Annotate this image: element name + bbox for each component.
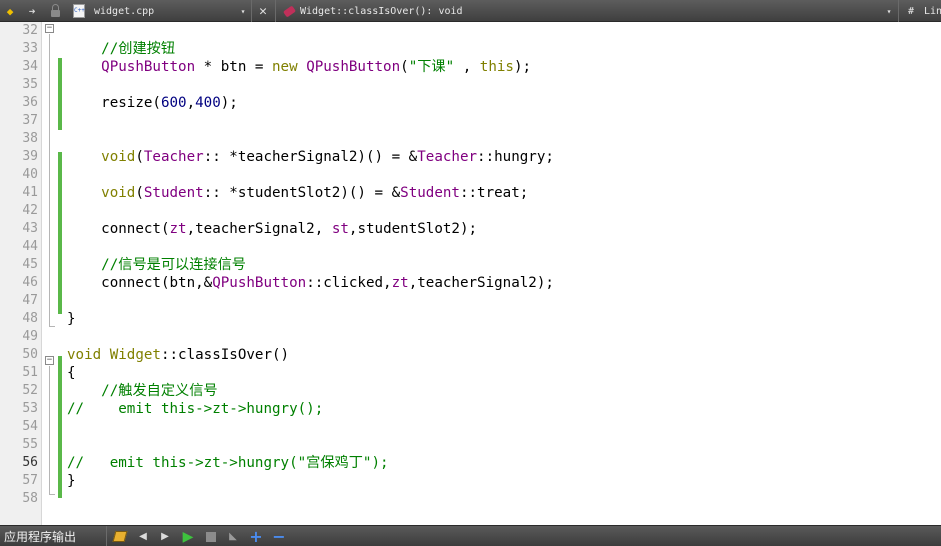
line-number[interactable]: 54 [0, 418, 38, 436]
code-line[interactable]: //触发自定义信号 [67, 382, 217, 400]
line-number[interactable]: 37 [0, 112, 38, 130]
line-number[interactable]: 36 [0, 94, 38, 112]
line-number[interactable]: 34 [0, 58, 38, 76]
line-number[interactable]: 33 [0, 40, 38, 58]
line-number[interactable]: 49 [0, 328, 38, 346]
line-number[interactable]: 48 [0, 310, 38, 328]
line-number[interactable]: 43 [0, 220, 38, 238]
hash-label: # [907, 5, 915, 17]
line-number[interactable]: 58 [0, 490, 38, 508]
line-number[interactable]: 44 [0, 238, 38, 256]
code-line[interactable]: //创建按钮 [67, 40, 175, 58]
current-symbol[interactable]: Widget::classIsOver(): void [300, 0, 860, 22]
file-dropdown-icon[interactable]: ▾ [238, 0, 248, 22]
code-editor[interactable]: 32 33 34 35 36 37 38 39 40 41 42 43 44 45 46 47 48 49 50 51… [0, 22, 941, 525]
line-number[interactable]: 38 [0, 130, 38, 148]
next-item-icon[interactable]: ▶ [158, 526, 172, 546]
fold-range-end [49, 326, 55, 327]
previous-item-icon[interactable]: ◀ [136, 526, 150, 546]
line-number[interactable]: 55 [0, 436, 38, 454]
line-number[interactable]: 42 [0, 202, 38, 220]
clear-output-icon[interactable] [112, 526, 128, 546]
toolbar-divider [898, 0, 899, 22]
line-number[interactable]: 50 [0, 346, 38, 364]
open-file-name[interactable]: widget.cpp [94, 0, 244, 22]
fold-range-line [49, 366, 50, 494]
modified-lines-marker [58, 152, 62, 314]
code-line[interactable]: void Widget::classIsOver() [67, 346, 289, 364]
forward-arrow-icon[interactable]: ➜ [26, 0, 38, 22]
line-number[interactable]: 52 [0, 382, 38, 400]
line-number[interactable]: 46 [0, 274, 38, 292]
line-number[interactable]: 47 [0, 292, 38, 310]
zoom-in-icon[interactable]: + [248, 526, 264, 546]
line-number[interactable]: 40 [0, 166, 38, 184]
code-line[interactable]: } [67, 472, 76, 490]
fold-toggle-icon[interactable]: − [45, 24, 54, 33]
code-line[interactable]: // emit this->zt->hungry(); [67, 400, 323, 418]
code-line[interactable]: connect(zt,teacherSignal2, st,studentSlo… [67, 220, 477, 238]
line-number[interactable]: 53 [0, 400, 38, 418]
line-number[interactable]: 57 [0, 472, 38, 490]
code-line[interactable]: resize(600,400); [67, 94, 238, 112]
close-file-icon[interactable]: ✕ [256, 0, 270, 22]
code-line[interactable]: QPushButton * btn = new QPushButton("下课"… [67, 58, 531, 76]
line-number[interactable]: 56 [0, 454, 38, 472]
cpp-file-icon: C++ [72, 0, 86, 22]
line-number[interactable]: 35 [0, 76, 38, 94]
output-panel-bar: 应用程序输出 ◀ ▶ ▶ ◣ + − [0, 525, 941, 546]
line-number[interactable]: 39 [0, 148, 38, 166]
code-line[interactable]: { [67, 364, 76, 382]
lock-icon[interactable] [48, 0, 62, 22]
code-line[interactable]: void(Student:: *studentSlot2)() = &Stude… [67, 184, 528, 202]
function-symbol-icon [282, 0, 296, 22]
line-column-indicator[interactable]: Lin [924, 0, 941, 22]
bottombar-divider [106, 526, 107, 546]
fold-toggle-icon[interactable]: − [45, 356, 54, 365]
attach-debugger-icon[interactable]: ◣ [226, 526, 240, 546]
code-line[interactable]: } [67, 310, 76, 328]
symbol-dropdown-icon[interactable]: ▾ [884, 0, 894, 22]
code-line[interactable]: connect(btn,&QPushButton::clicked,zt,tea… [67, 274, 554, 292]
editor-toolbar: ◆ ➜ C++ widget.cpp ▾ ✕ Widget::classIsOv… [0, 0, 941, 22]
toolbar-divider [275, 0, 276, 22]
run-icon[interactable]: ▶ [180, 526, 196, 546]
modified-lines-marker [58, 356, 62, 498]
line-number[interactable]: 51 [0, 364, 38, 382]
application-output-tab[interactable]: 应用程序输出 [4, 526, 104, 546]
code-line[interactable]: void(Teacher:: *teacherSignal2)() = &Tea… [67, 148, 554, 166]
line-number[interactable]: 41 [0, 184, 38, 202]
line-number[interactable]: 32 [0, 22, 38, 40]
stop-icon[interactable] [204, 526, 218, 546]
code-line[interactable]: // emit this->zt->hungry("宫保鸡丁"); [67, 454, 389, 472]
toolbar-divider [251, 0, 252, 22]
back-arrow-icon[interactable]: ◆ [4, 0, 16, 22]
zoom-out-icon[interactable]: − [271, 526, 287, 546]
fold-range-end [49, 494, 55, 495]
line-number[interactable]: 45 [0, 256, 38, 274]
fold-range-line [49, 34, 50, 326]
code-line[interactable]: //信号是可以连接信号 [67, 256, 246, 274]
modified-lines-marker [58, 58, 62, 130]
